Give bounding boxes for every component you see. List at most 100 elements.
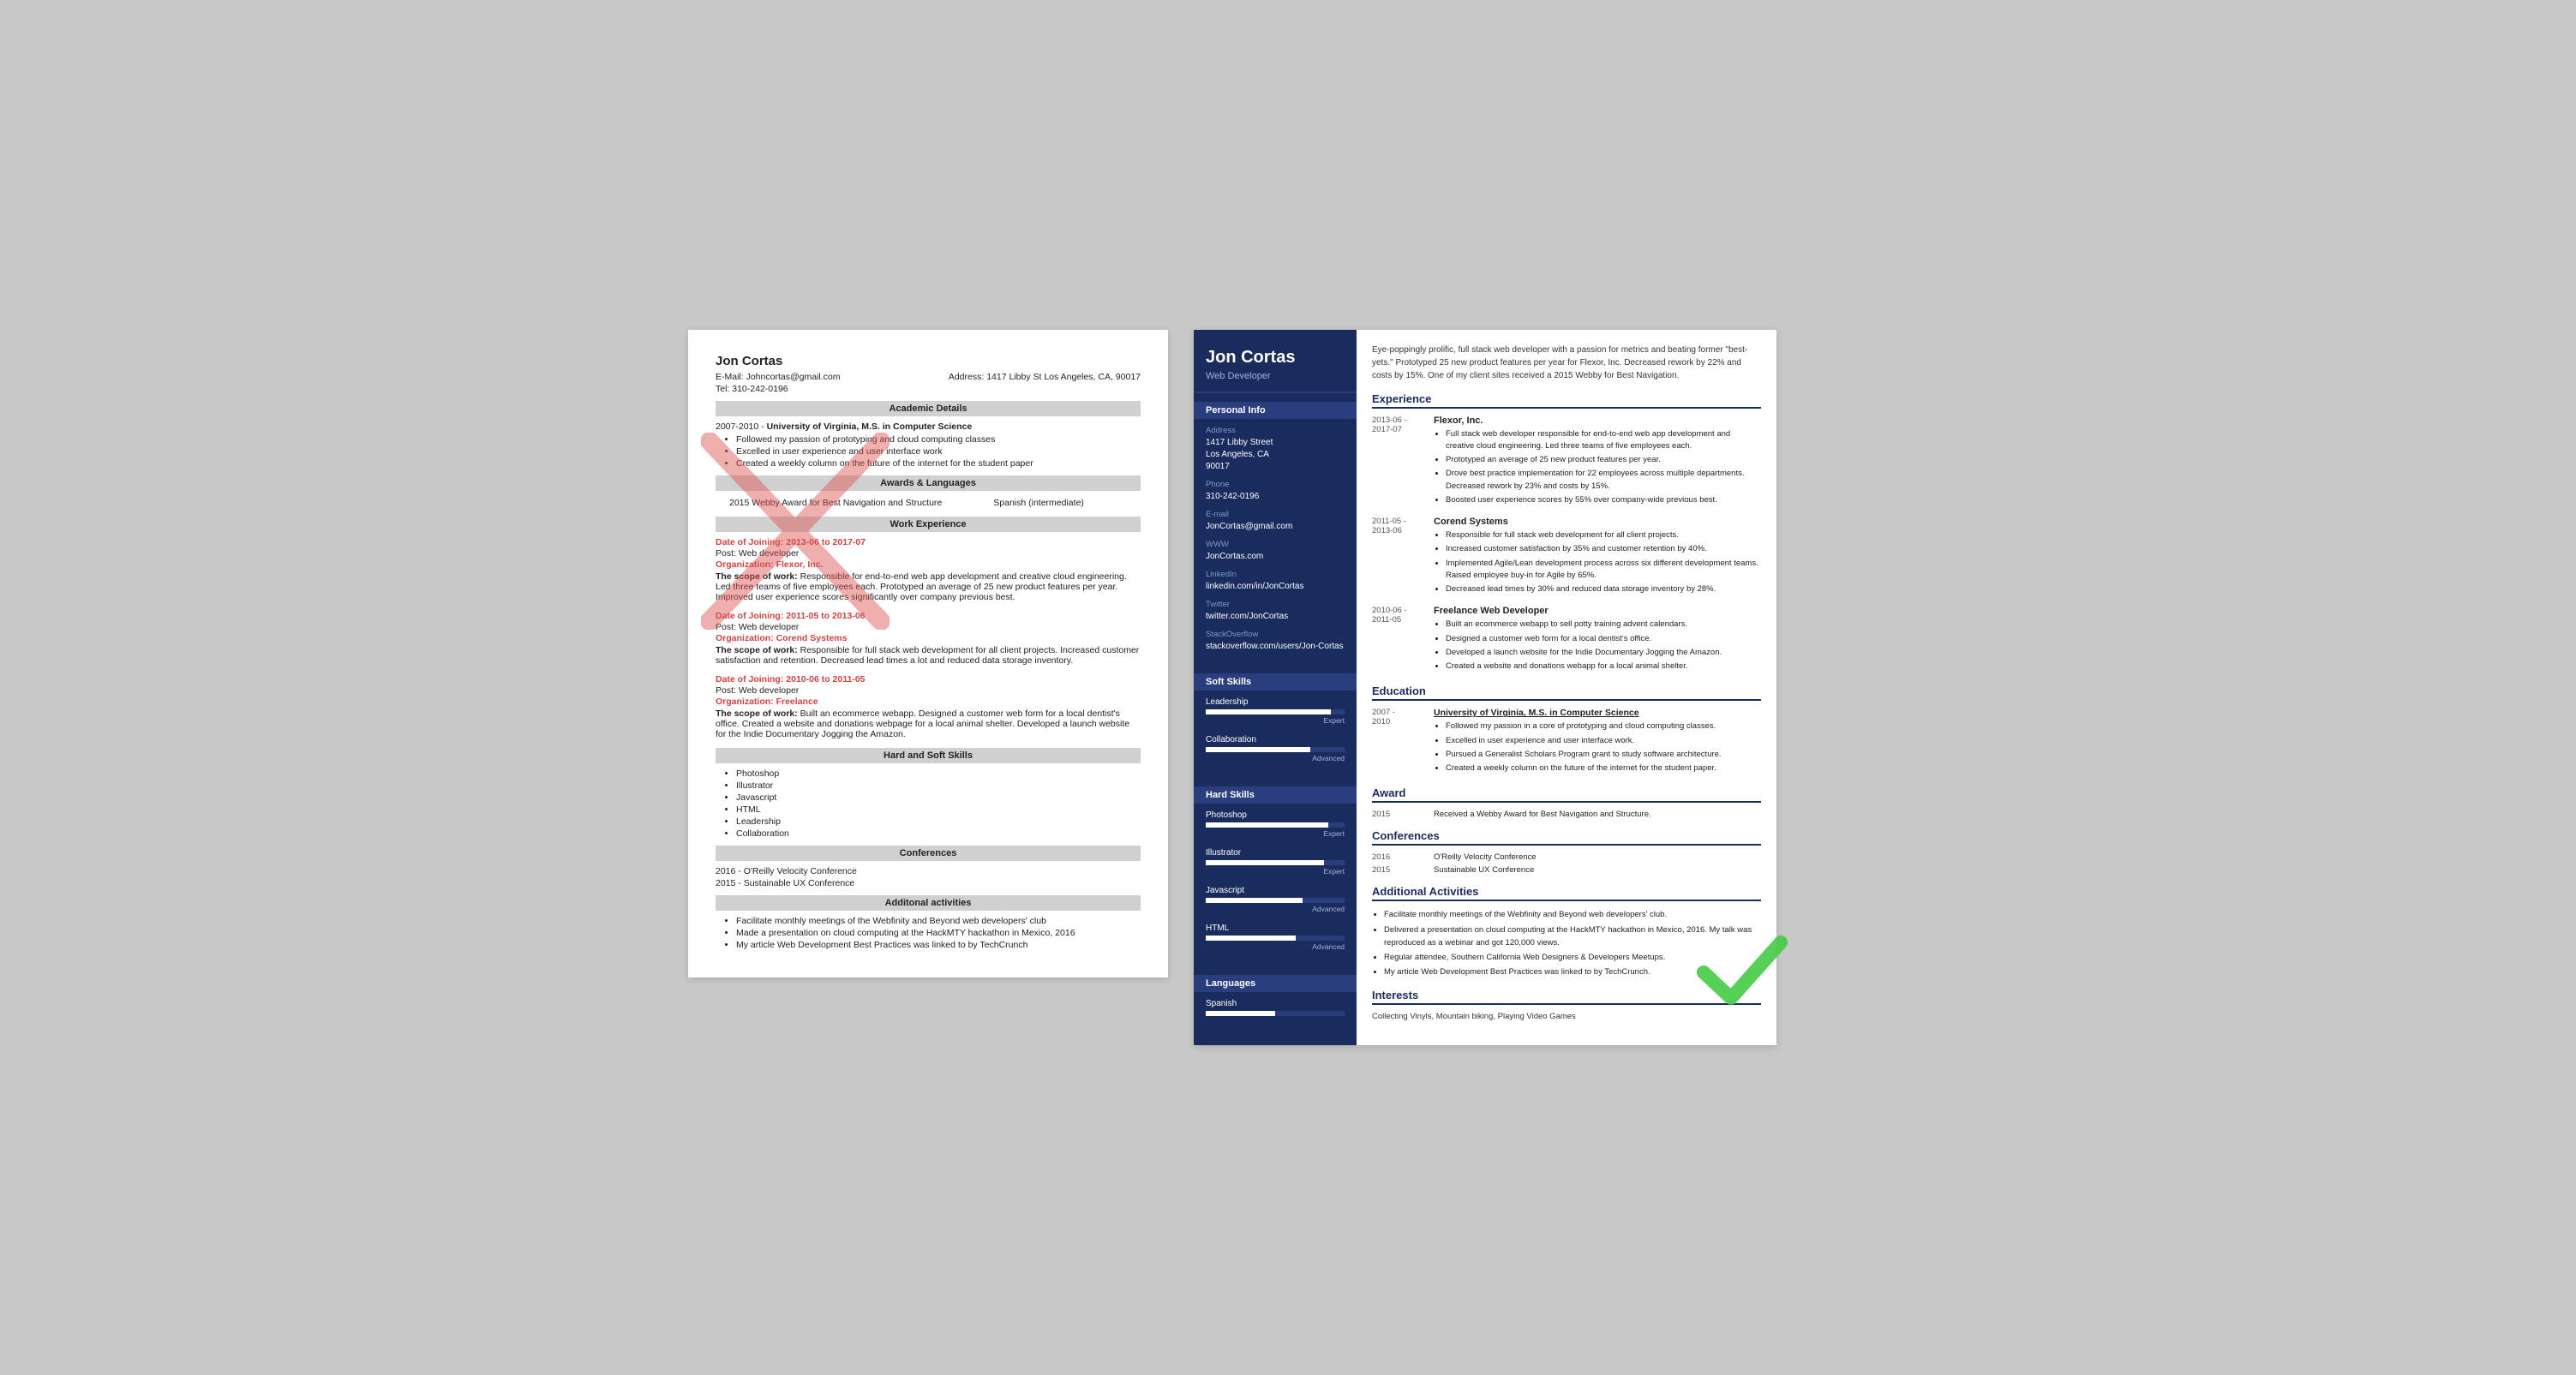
- www-value: JonCortas.com: [1206, 551, 1345, 563]
- experience-section: Experience 2013-06 - 2017-07 Flexor, Inc…: [1372, 392, 1761, 675]
- soft-skills-section: Soft Skills Leadership Expert Collaborat…: [1194, 665, 1357, 778]
- conf-year-1: 2015: [1372, 865, 1423, 875]
- academic-degree: University of Virginia, M.S. in Computer…: [767, 421, 973, 432]
- conf-0: 2016 - O'Reilly Velocity Conference: [716, 866, 1141, 876]
- soft-skill-level-1: Advanced: [1206, 754, 1345, 762]
- work-post-0: Post: Web developer: [716, 548, 1141, 559]
- soft-skill-1: Collaboration Advanced: [1206, 735, 1345, 762]
- linkedin-value: linkedin.com/in/JonCortas: [1206, 581, 1345, 593]
- exp-entry-2: 2010-06 - 2011-05 Freelance Web Develope…: [1372, 606, 1761, 674]
- exp-bullets-2: Built an ecommerce webapp to sell potty …: [1434, 619, 1761, 673]
- edu-details-0: University of Virginia, M.S. in Computer…: [1434, 708, 1761, 776]
- academic-bullet-1: Followed my passion of prototyping and c…: [736, 434, 1141, 445]
- additional-activities-title: Additional Activities: [1372, 885, 1761, 901]
- address-value: 1417 Libby Street Los Angeles, CA 90017: [1206, 437, 1345, 473]
- award-right: Spanish (intermediate): [993, 498, 1084, 508]
- hard-soft-title: Hard and Soft Skills: [716, 748, 1141, 763]
- interests-title: Interests: [1372, 989, 1761, 1005]
- twitter-value: twitter.com/JonCortas: [1206, 611, 1345, 623]
- email-value: JonCortas@gmail.com: [1206, 521, 1345, 533]
- soft-skill-level-0: Expert: [1206, 716, 1345, 725]
- soft-skill-name-0: Leadership: [1206, 697, 1345, 707]
- conferences-title-left: Conferences: [716, 846, 1141, 861]
- resume-right: Jon Cortas Web Developer Personal Info A…: [1194, 330, 1776, 1046]
- exp-bullets-0: Full stack web developer responsible for…: [1434, 428, 1761, 507]
- right-content: Eye-poppingly prolific, full stack web d…: [1357, 330, 1776, 1046]
- skill-5: Collaboration: [736, 828, 1141, 839]
- personal-info-title: Personal Info: [1194, 402, 1357, 419]
- academic-entry: 2007-2010 - University of Virginia, M.S.…: [716, 421, 1141, 469]
- skill-0: Photoshop: [736, 768, 1141, 779]
- interests-text: Collecting Vinyls, Mountain biking, Play…: [1372, 1012, 1761, 1021]
- skill-3: HTML: [736, 804, 1141, 815]
- conf-name-0: O'Reilly Velocity Conference: [1434, 852, 1537, 862]
- personal-info-section: Personal Info Address 1417 Libby Street …: [1194, 393, 1357, 665]
- work-date-1: Date of Joining: 2011-05 to 2013-06: [716, 611, 1141, 621]
- activity-0: Facilitate monthly meetings of the Webfi…: [736, 916, 1141, 926]
- hard-skills-section: Hard Skills Photoshop Expert Illustrator…: [1194, 778, 1357, 966]
- hard-skill-name-2: Javascript: [1206, 886, 1345, 895]
- work-org-1: Organization: Corend Systems: [716, 633, 1141, 643]
- activities-list: Facilitate monthly meetings of the Webfi…: [1372, 908, 1761, 978]
- work-org-0: Organization: Flexor, Inc.: [716, 559, 1141, 570]
- award-entry: 2015 Received a Webby Award for Best Nav…: [1372, 810, 1761, 819]
- award-year: 2015: [1372, 810, 1423, 819]
- hard-skill-1: Illustrator Expert: [1206, 848, 1345, 876]
- hard-skill-0: Photoshop Expert: [1206, 810, 1345, 838]
- academic-bullets: Followed my passion of prototyping and c…: [736, 434, 1141, 469]
- page-container: Jon Cortas E-Mail: Johncortas@gmail.com …: [688, 330, 1888, 1046]
- lang-0: Spanish: [1206, 999, 1345, 1016]
- hard-skills-title: Hard Skills: [1194, 786, 1357, 804]
- email-label: E-mail: [1206, 510, 1345, 519]
- left-address: Address: 1417 Libby St Los Angeles, CA, …: [949, 372, 1141, 382]
- sidebar-job-title: Web Developer: [1206, 371, 1345, 381]
- linkedin-label: LinkedIn: [1206, 570, 1345, 579]
- summary-text: Eye-poppingly prolific, full stack web d…: [1372, 344, 1761, 382]
- exp-details-2: Freelance Web Developer Built an ecommer…: [1434, 606, 1761, 674]
- edu-bullets-0: Followed my passion in a core of prototy…: [1434, 720, 1761, 774]
- interests-section: Interests Collecting Vinyls, Mountain bi…: [1372, 989, 1761, 1021]
- hard-skill-level-3: Advanced: [1206, 942, 1345, 951]
- sidebar-name-block: Jon Cortas Web Developer: [1194, 330, 1357, 393]
- award-title: Award: [1372, 786, 1761, 803]
- edu-dates-0: 2007 - 2010: [1372, 708, 1423, 776]
- hard-skill-3: HTML Advanced: [1206, 924, 1345, 951]
- languages-title: Languages: [1194, 975, 1357, 992]
- exp-details-0: Flexor, Inc. Full stack web developer re…: [1434, 415, 1761, 509]
- hard-skill-name-0: Photoshop: [1206, 810, 1345, 820]
- work-exp-title: Work Experience: [716, 517, 1141, 532]
- hard-skill-name-1: Illustrator: [1206, 848, 1345, 858]
- soft-skill-0: Leadership Expert: [1206, 697, 1345, 725]
- academic-bullet-3: Created a weekly column on the future of…: [736, 458, 1141, 469]
- soft-skill-name-1: Collaboration: [1206, 735, 1345, 744]
- left-phone: Tel: 310-242-0196: [716, 384, 1141, 394]
- activity-1: Made a presentation on cloud computing a…: [736, 928, 1141, 938]
- skill-2: Javascript: [736, 792, 1141, 803]
- work-date-2: Date of Joining: 2010-06 to 2011-05: [716, 674, 1141, 685]
- hard-skill-2: Javascript Advanced: [1206, 886, 1345, 913]
- work-scope-1: The scope of work: Responsible for full …: [716, 645, 1141, 666]
- hard-skill-level-1: Expert: [1206, 867, 1345, 876]
- work-post-2: Post: Web developer: [716, 685, 1141, 696]
- work-scope-0: The scope of work: Responsible for end-t…: [716, 571, 1141, 602]
- exp-details-1: Corend Systems Responsible for full stac…: [1434, 517, 1761, 597]
- edu-entry-0: 2007 - 2010 University of Virginia, M.S.…: [1372, 708, 1761, 776]
- sidebar: Jon Cortas Web Developer Personal Info A…: [1194, 330, 1357, 1046]
- hard-skill-level-0: Expert: [1206, 829, 1345, 838]
- left-email: E-Mail: Johncortas@gmail.com: [716, 372, 840, 382]
- exp-company-2: Freelance Web Developer: [1434, 606, 1761, 616]
- exp-dates-0: 2013-06 - 2017-07: [1372, 415, 1423, 509]
- awards-row: 2015 Webby Award for Best Navigation and…: [716, 496, 1141, 510]
- award-text: Received a Webby Award for Best Navigati…: [1434, 810, 1651, 819]
- additional-title: Additonal activities: [716, 895, 1141, 911]
- activity-right-1: Delivered a presentation on cloud comput…: [1384, 924, 1761, 949]
- award-left: 2015 Webby Award for Best Navigation and…: [729, 498, 942, 508]
- activity-right-0: Facilitate monthly meetings of the Webfi…: [1384, 908, 1761, 921]
- academic-bullet-2: Excelled in user experience and user int…: [736, 446, 1141, 457]
- languages-section: Languages Spanish: [1194, 966, 1357, 1031]
- award-section: Award 2015 Received a Webby Award for Be…: [1372, 786, 1761, 819]
- resume-left: Jon Cortas E-Mail: Johncortas@gmail.com …: [688, 330, 1168, 977]
- experience-title: Experience: [1372, 392, 1761, 409]
- hard-skill-name-3: HTML: [1206, 924, 1345, 933]
- hard-skill-level-2: Advanced: [1206, 905, 1345, 913]
